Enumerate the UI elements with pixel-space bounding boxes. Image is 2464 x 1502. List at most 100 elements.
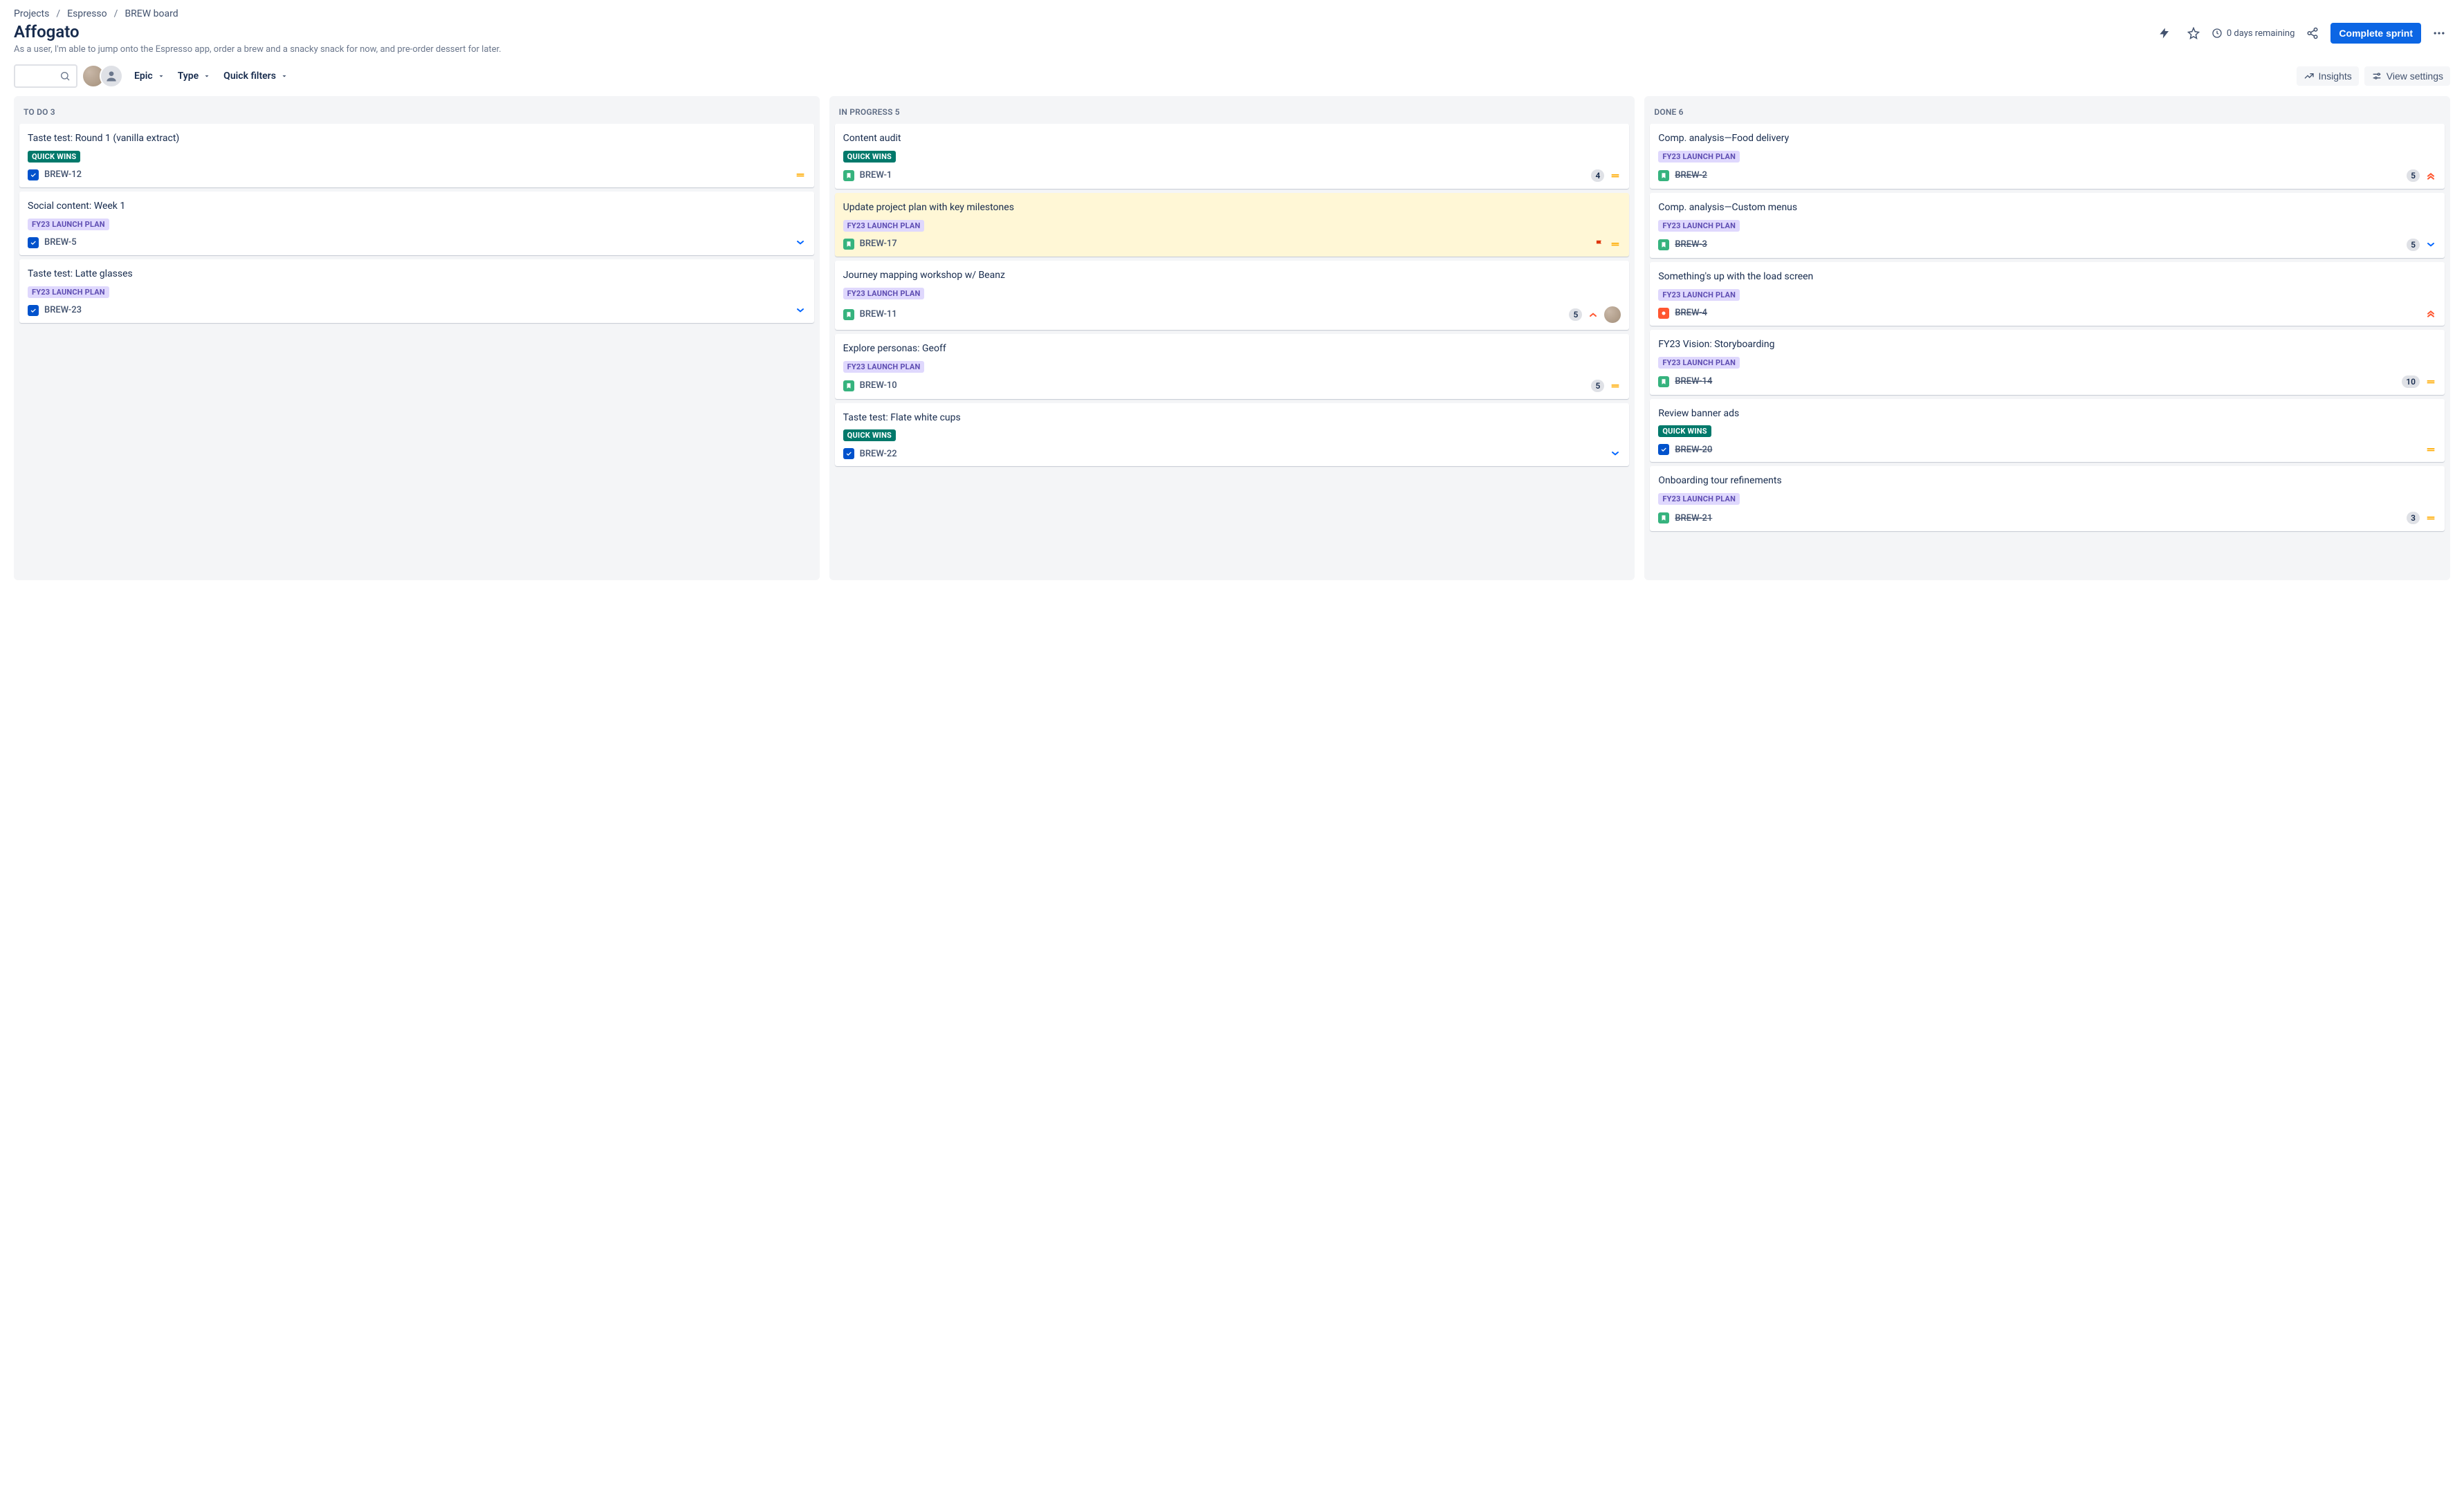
issue-key[interactable]: BREW-1: [860, 170, 892, 180]
card-label[interactable]: QUICK WINS: [843, 429, 896, 441]
card-label[interactable]: FY23 LAUNCH PLAN: [843, 288, 925, 299]
task-icon: [1658, 444, 1669, 455]
search-input[interactable]: [14, 64, 77, 88]
card-label[interactable]: FY23 LAUNCH PLAN: [1658, 357, 1740, 369]
story-points-badge: 4: [1591, 169, 1604, 182]
card-label[interactable]: FY23 LAUNCH PLAN: [1658, 289, 1740, 301]
card-title: Taste test: Latte glasses: [28, 268, 806, 281]
filter-type[interactable]: Type: [176, 68, 212, 84]
card[interactable]: Content audit QUICK WINS BREW-1 4: [835, 124, 1630, 189]
story-icon: [843, 380, 854, 391]
column-header: DONE 6: [1650, 102, 2445, 124]
add-people-button[interactable]: [100, 64, 123, 88]
column-header: TO DO 3: [19, 102, 814, 124]
card[interactable]: Comp. analysis—Custom menus FY23 LAUNCH …: [1650, 193, 2445, 258]
card-title: Content audit: [843, 132, 1621, 145]
card-title: Journey mapping workshop w/ Beanz: [843, 269, 1621, 282]
card-title: FY23 Vision: Storyboarding: [1658, 338, 2436, 351]
column-done: DONE 6 Comp. analysis—Food delivery FY23…: [1644, 96, 2450, 580]
card-label[interactable]: FY23 LAUNCH PLAN: [1658, 220, 1740, 232]
card-label[interactable]: QUICK WINS: [28, 151, 80, 163]
clock-icon: [2212, 28, 2223, 39]
story-points-badge: 5: [1591, 380, 1604, 392]
issue-key[interactable]: BREW-14: [1675, 376, 1712, 387]
assignee-avatars: [87, 64, 123, 88]
card[interactable]: FY23 Vision: Storyboarding FY23 LAUNCH P…: [1650, 330, 2445, 395]
priority-low-icon: [795, 305, 806, 316]
issue-key[interactable]: BREW-5: [44, 237, 77, 248]
card-label[interactable]: FY23 LAUNCH PLAN: [1658, 493, 1740, 505]
story-icon: [843, 309, 854, 320]
issue-key[interactable]: BREW-4: [1675, 308, 1707, 318]
card[interactable]: Taste test: Latte glasses FY23 LAUNCH PL…: [19, 259, 814, 323]
share-icon[interactable]: [2301, 22, 2324, 44]
card-label[interactable]: FY23 LAUNCH PLAN: [28, 286, 109, 298]
card-title: Comp. analysis—Custom menus: [1658, 201, 2436, 214]
sprint-title: Affogato: [14, 22, 80, 41]
task-icon: [843, 448, 854, 459]
story-points-badge: 5: [1569, 308, 1582, 321]
card-title: Comp. analysis—Food delivery: [1658, 132, 2436, 145]
card[interactable]: Something's up with the load screen FY23…: [1650, 262, 2445, 326]
card[interactable]: Update project plan with key milestones …: [835, 193, 1630, 257]
search-icon: [59, 71, 71, 82]
card[interactable]: Social content: Week 1 FY23 LAUNCH PLAN …: [19, 192, 814, 255]
chevron-down-icon: [203, 72, 211, 80]
card[interactable]: Taste test: Round 1 (vanilla extract) QU…: [19, 124, 814, 187]
card[interactable]: Journey mapping workshop w/ Beanz FY23 L…: [835, 261, 1630, 330]
story-icon: [1658, 170, 1669, 181]
view-settings-button[interactable]: View settings: [2364, 66, 2450, 86]
task-icon: [28, 237, 39, 248]
card[interactable]: Explore personas: Geoff FY23 LAUNCH PLAN…: [835, 334, 1630, 399]
assignee-avatar[interactable]: [1604, 306, 1621, 323]
story-icon: [1658, 512, 1669, 523]
filter-quick[interactable]: Quick filters: [222, 68, 290, 84]
card[interactable]: Taste test: Flate white cups QUICK WINS …: [835, 403, 1630, 467]
breadcrumb-board[interactable]: BREW board: [125, 8, 178, 19]
automation-icon[interactable]: [2153, 22, 2176, 44]
filter-epic[interactable]: Epic: [133, 68, 167, 84]
story-points-badge: 5: [2407, 239, 2420, 251]
card-label[interactable]: QUICK WINS: [1658, 425, 1711, 437]
card-label[interactable]: FY23 LAUNCH PLAN: [843, 220, 925, 232]
breadcrumb-sep: /: [56, 8, 60, 19]
card-label[interactable]: QUICK WINS: [843, 151, 896, 163]
priority-medium-icon: [1610, 170, 1621, 181]
issue-key[interactable]: BREW-22: [860, 449, 897, 459]
card[interactable]: Onboarding tour refinements FY23 LAUNCH …: [1650, 466, 2445, 531]
board: TO DO 3 Taste test: Round 1 (vanilla ext…: [14, 96, 2450, 580]
task-icon: [28, 169, 39, 180]
issue-key[interactable]: BREW-21: [1675, 513, 1712, 523]
story-points-badge: 10: [2402, 376, 2420, 388]
card[interactable]: Review banner ads QUICK WINS BREW-20: [1650, 399, 2445, 463]
breadcrumb-sep: /: [114, 8, 118, 19]
insights-button[interactable]: Insights: [2297, 66, 2359, 86]
card-label[interactable]: FY23 LAUNCH PLAN: [843, 361, 925, 373]
issue-key[interactable]: BREW-17: [860, 239, 897, 249]
issue-key[interactable]: BREW-3: [1675, 239, 1707, 250]
issue-key[interactable]: BREW-23: [44, 305, 82, 315]
story-icon: [843, 170, 854, 181]
star-icon[interactable]: [2182, 22, 2205, 44]
issue-key[interactable]: BREW-11: [860, 309, 897, 319]
issue-key[interactable]: BREW-20: [1675, 445, 1712, 455]
card-label[interactable]: FY23 LAUNCH PLAN: [1658, 151, 1740, 163]
issue-key[interactable]: BREW-12: [44, 169, 82, 180]
card-title: Explore personas: Geoff: [843, 342, 1621, 355]
time-remaining: 0 days remaining: [2212, 28, 2295, 39]
breadcrumb-projects[interactable]: Projects: [14, 8, 49, 19]
more-icon[interactable]: [2428, 22, 2450, 44]
issue-key[interactable]: BREW-10: [860, 380, 897, 391]
priority-low-icon: [795, 237, 806, 248]
card-title: Taste test: Flate white cups: [843, 411, 1621, 425]
card-title: Update project plan with key milestones: [843, 201, 1621, 214]
complete-sprint-button[interactable]: Complete sprint: [2330, 23, 2421, 44]
issue-key[interactable]: BREW-2: [1675, 170, 1707, 180]
card-label[interactable]: FY23 LAUNCH PLAN: [28, 219, 109, 230]
card-title: Review banner ads: [1658, 407, 2436, 420]
bug-icon: [1658, 308, 1669, 319]
priority-high-icon: [1588, 309, 1599, 320]
card[interactable]: Comp. analysis—Food delivery FY23 LAUNCH…: [1650, 124, 2445, 189]
breadcrumb-project[interactable]: Espresso: [67, 8, 107, 19]
story-points-badge: 3: [2407, 512, 2420, 524]
